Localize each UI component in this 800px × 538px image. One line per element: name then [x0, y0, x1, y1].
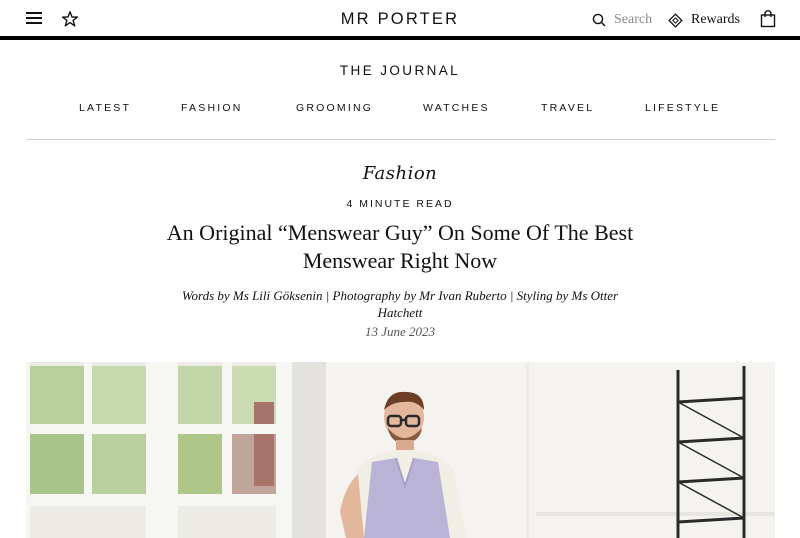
magnifier-icon — [592, 13, 606, 27]
journal-nav: LATEST FASHION GROOMING WATCHES TRAVEL L… — [0, 102, 800, 116]
header-divider — [26, 139, 775, 140]
nav-item-grooming[interactable]: GROOMING — [296, 102, 373, 114]
rewards-button[interactable]: Rewards — [668, 10, 740, 30]
hero-image — [26, 362, 775, 538]
shopping-bag-icon[interactable] — [760, 10, 776, 28]
rewards-label: Rewards — [691, 12, 740, 27]
nav-item-travel[interactable]: TRAVEL — [541, 102, 594, 114]
nav-item-fashion[interactable]: FASHION — [181, 102, 243, 114]
search-button[interactable]: Search — [592, 10, 652, 30]
search-label: Search — [614, 12, 653, 27]
article-category[interactable]: Fashion — [0, 163, 800, 184]
hero-photo — [26, 362, 775, 538]
nav-item-watches[interactable]: WATCHES — [423, 102, 490, 114]
nav-item-lifestyle[interactable]: LIFESTYLE — [645, 102, 720, 114]
article-headline: An Original “Menswear Guy” On Some Of Th… — [166, 220, 634, 273]
read-time: 4 MINUTE READ — [346, 198, 454, 210]
article-credits: Words by Ms Lili Göksenin | Photography … — [181, 288, 619, 320]
article-date: 13 June 2023 — [364, 324, 436, 339]
nav-item-latest[interactable]: LATEST — [79, 102, 131, 114]
journal-title[interactable]: THE JOURNAL — [0, 63, 800, 78]
top-bar: MR PORTER Search Rewards — [0, 0, 800, 40]
diamond-tag-icon — [668, 12, 683, 28]
